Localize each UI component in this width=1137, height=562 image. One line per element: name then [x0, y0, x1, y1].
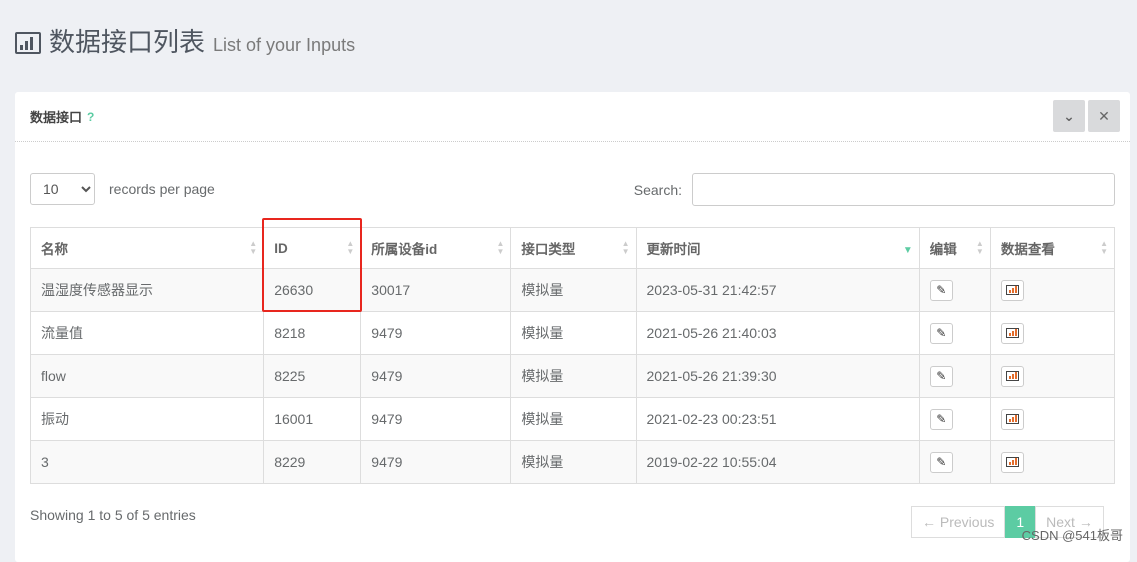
pencil-icon: ✎ [936, 411, 947, 426]
table-row: 振动 16001 9479 模拟量 2021-02-23 00:23:51 ✎ [29, 397, 1116, 441]
table-cell: 8218 [263, 311, 362, 355]
table-row: flow 8225 9479 模拟量 2021-05-26 21:39:30 ✎ [29, 354, 1116, 398]
inputs-panel: 数据接口 ? ⌄ ✕ 10 records per page Search: 名… [15, 92, 1130, 562]
edit-button[interactable]: ✎ [929, 322, 953, 344]
column-header-label: 数据查看 [1000, 242, 1055, 257]
column-header-label: 所属设备id [371, 242, 438, 257]
edit-button[interactable]: ✎ [929, 279, 953, 301]
sort-desc-icon: ▼ [902, 245, 913, 256]
table-cell: 2021-05-26 21:40:03 [635, 311, 920, 355]
pencil-icon: ✎ [936, 454, 947, 469]
panel-header: 数据接口 ? [15, 92, 1130, 142]
view-data-button[interactable] [1000, 408, 1024, 430]
table-cell: 模拟量 [510, 268, 637, 312]
highlight-box [262, 218, 362, 312]
table-info: Showing 1 to 5 of 5 entries [30, 507, 196, 523]
table-cell: flow [29, 354, 265, 398]
view-data-button[interactable] [1000, 451, 1024, 473]
bar-chart-icon [1005, 413, 1019, 424]
column-header[interactable]: 编辑 ▲ ▼ [918, 227, 991, 269]
table-cell: 温湿度传感器显示 [29, 268, 265, 312]
table-cell: 8225 [263, 354, 362, 398]
bar-chart-icon [1005, 456, 1019, 467]
table-cell: 2023-05-31 21:42:57 [635, 268, 920, 312]
table-cell: 模拟量 [510, 397, 637, 441]
column-header-label: 更新时间 [646, 242, 701, 257]
close-button[interactable]: ✕ [1088, 100, 1120, 132]
table-cell: 流量值 [29, 311, 265, 355]
column-header[interactable]: 所属设备id ▲ ▼ [360, 227, 512, 269]
bar-chart-icon [1005, 327, 1019, 338]
search-label: Search: [633, 181, 682, 198]
help-icon[interactable]: ? [87, 110, 94, 124]
collapse-button[interactable]: ⌄ [1053, 100, 1085, 132]
edit-button[interactable]: ✎ [929, 408, 953, 430]
column-header[interactable]: 更新时间 ▼ [635, 227, 920, 269]
table-cell: 9479 [360, 354, 512, 398]
page-subtitle: List of your Inputs [213, 35, 356, 55]
table-cell: 模拟量 [510, 311, 637, 355]
table-cell: 模拟量 [510, 440, 637, 484]
column-header[interactable]: 数据查看 ▲ ▼ [989, 227, 1116, 269]
column-header[interactable]: 接口类型 ▲ ▼ [510, 227, 637, 269]
sort-icon: ▲ ▼ [249, 239, 258, 256]
table-row: 温湿度传感器显示 26630 30017 模拟量 2023-05-31 21:42:57… [29, 268, 1116, 312]
column-header-label: 名称 [41, 242, 68, 257]
column-header-label: 接口类型 [521, 242, 576, 257]
bar-chart-icon [1005, 370, 1019, 381]
sort-icon: ▲ ▼ [621, 239, 630, 256]
pencil-icon: ✎ [936, 325, 947, 340]
table-cell: 8229 [263, 440, 362, 484]
table-row: 流量值 8218 9479 模拟量 2021-05-26 21:40:03 ✎ [29, 311, 1116, 355]
view-data-button[interactable] [1000, 322, 1024, 344]
edit-button[interactable]: ✎ [929, 365, 953, 387]
inputs-table: 名称 ▲ ▼ ID ▲ ▼ 所属设备id ▲ ▼ 接口类型 ▲ ▼ 更新时间 ▼ 编辑 ▲ ▼ 数据查看 ▲ ▼ 温湿… [29, 227, 1116, 484]
records-per-page-select[interactable]: 10 [30, 173, 95, 205]
page-title: 数据接口列表 [49, 27, 206, 57]
page-header: 数据接口列表 List of your Inputs [15, 22, 355, 59]
pencil-icon: ✎ [936, 368, 947, 383]
table-cell: 9479 [360, 311, 512, 355]
panel-title: 数据接口 [30, 110, 83, 125]
pencil-icon: ✎ [936, 282, 947, 297]
previous-button[interactable]: ← Previous [911, 506, 1006, 538]
view-data-button[interactable] [1000, 279, 1024, 301]
table-cell: 16001 [263, 397, 362, 441]
bar-chart-icon [15, 32, 41, 54]
chevron-down-icon: ⌄ [1063, 107, 1075, 124]
table-cell: 2021-02-23 00:23:51 [635, 397, 920, 441]
search-input[interactable] [692, 173, 1115, 206]
sort-icon: ▲ ▼ [975, 239, 984, 256]
edit-button[interactable]: ✎ [929, 451, 953, 473]
column-header[interactable]: 名称 ▲ ▼ [29, 227, 265, 269]
column-header-label: 编辑 [929, 242, 957, 257]
sort-icon: ▲ ▼ [496, 239, 505, 256]
table-cell: 2021-05-26 21:39:30 [635, 354, 920, 398]
table-cell: 30017 [360, 268, 512, 312]
watermark: CSDN @541板哥 [1021, 528, 1123, 543]
table-cell: 3 [29, 440, 265, 484]
view-data-button[interactable] [1000, 365, 1024, 387]
records-per-page-label: records per page [109, 181, 215, 197]
table-row: 3 8229 9479 模拟量 2019-02-22 10:55:04 ✎ [29, 440, 1116, 484]
table-cell: 振动 [29, 397, 265, 441]
table-cell: 9479 [360, 440, 512, 484]
table-cell: 9479 [360, 397, 512, 441]
table-cell: 2019-02-22 10:55:04 [635, 440, 920, 484]
bar-chart-icon [1005, 284, 1019, 295]
table-cell: 模拟量 [510, 354, 637, 398]
sort-icon: ▲ ▼ [1100, 239, 1108, 256]
close-icon: ✕ [1098, 107, 1110, 124]
